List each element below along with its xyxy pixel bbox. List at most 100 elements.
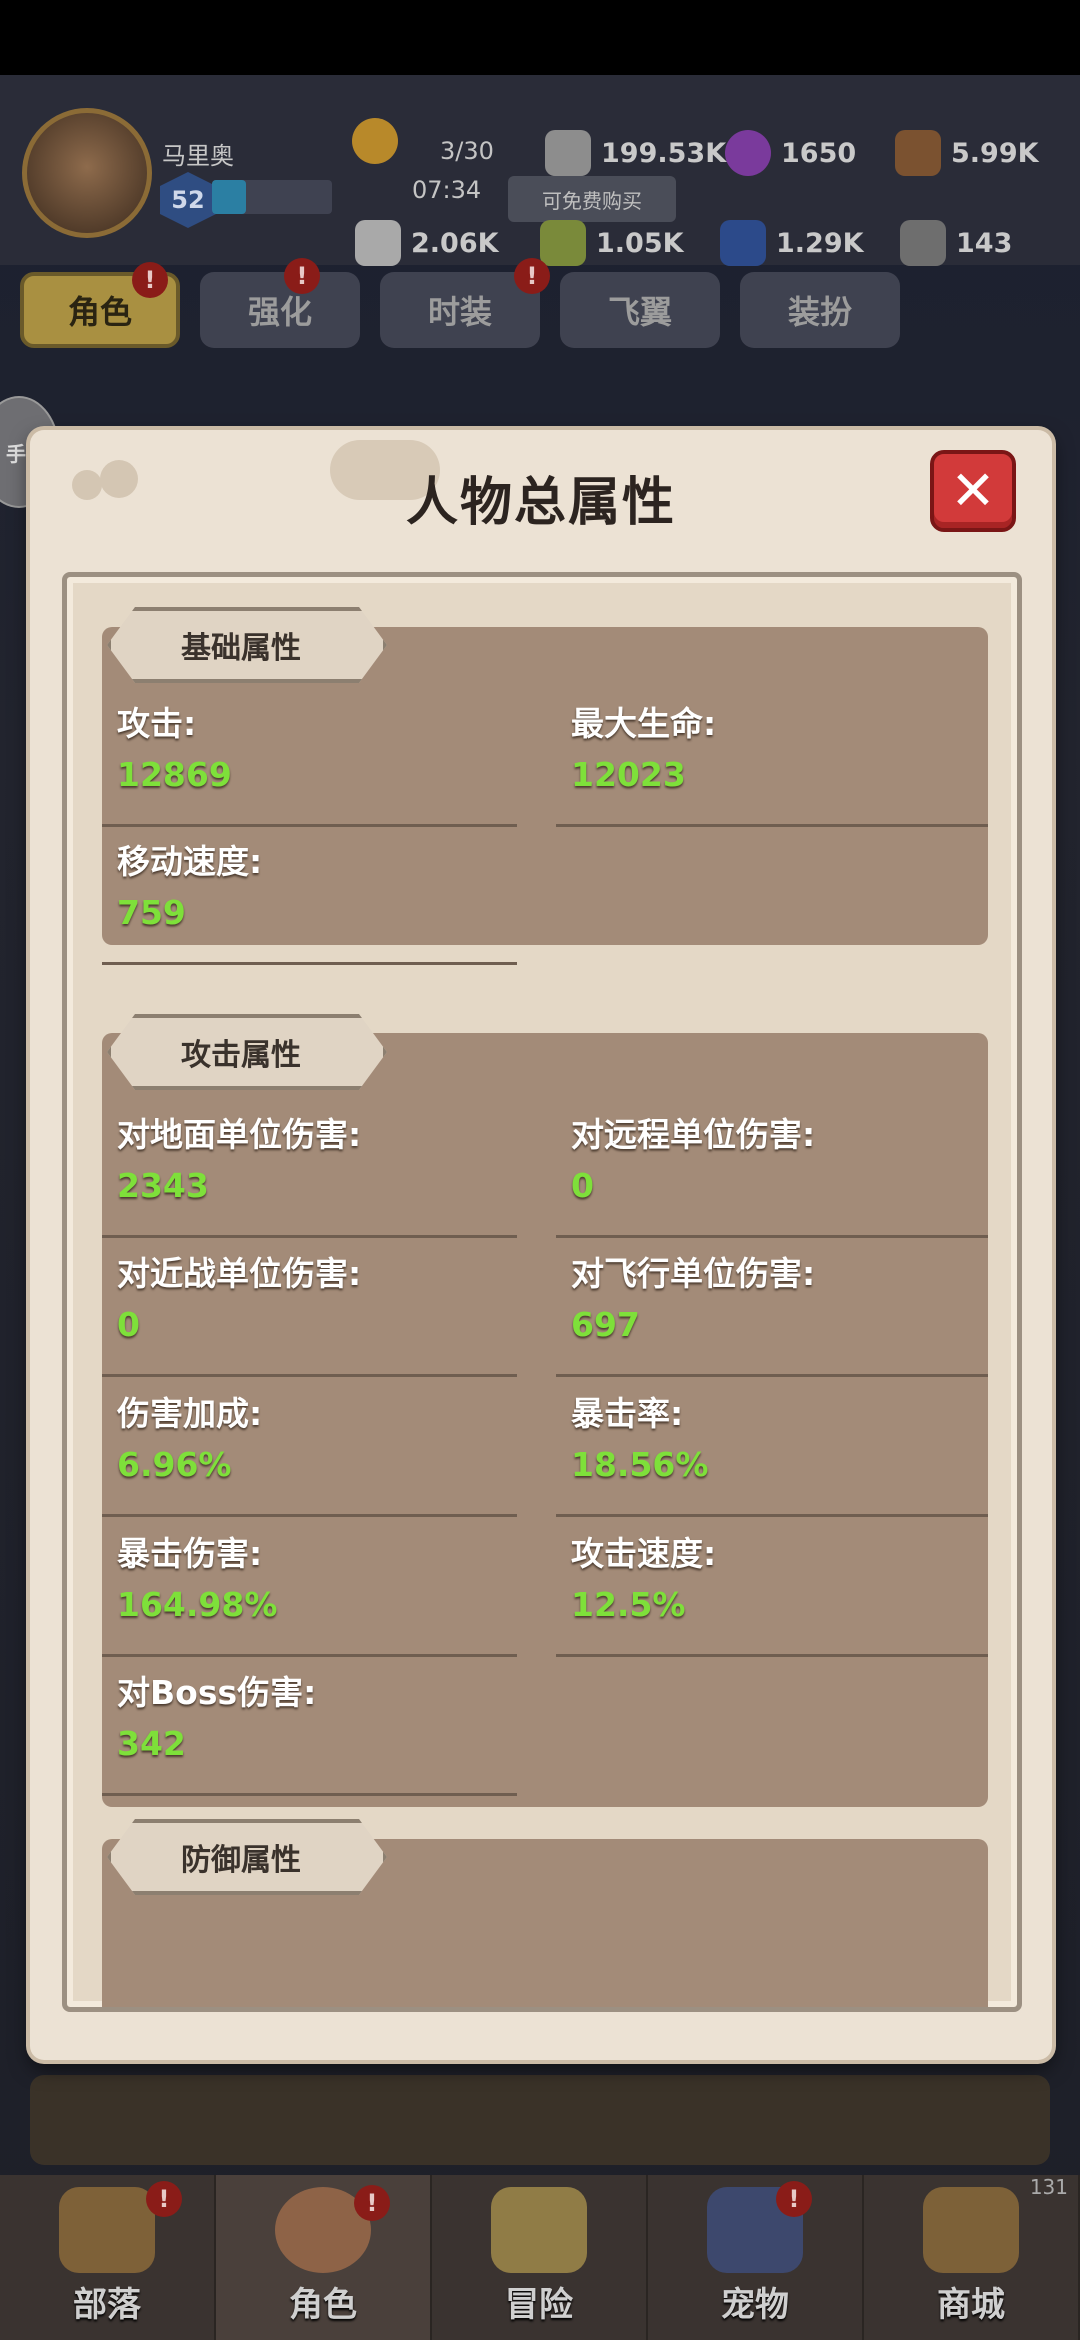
rock-icon	[900, 220, 946, 266]
stat-move-speed: 移动速度: 759	[102, 835, 517, 965]
stat-label: 攻击速度:	[571, 1534, 717, 1573]
status-bar	[0, 0, 1080, 75]
stat-value: 6.96%	[117, 1445, 232, 1484]
nav-adventure[interactable]: 冒险	[432, 2175, 648, 2340]
stat-label: 对远程单位伤害:	[571, 1115, 816, 1154]
tab-character[interactable]: 角色 !	[20, 262, 180, 348]
nav-label: 商城	[937, 2285, 1005, 2325]
stat-attack-speed: 攻击速度: 12.5%	[556, 1527, 988, 1657]
stat-value: 2343	[117, 1166, 209, 1205]
stat-crit-damage: 暴击伤害: 164.98%	[102, 1527, 517, 1657]
bottom-nav: 部落 ! 角色 ! 冒险 宠物 ! 131 商城	[0, 2175, 1080, 2340]
section-header-basic: 基础属性	[107, 607, 387, 683]
stat-max-hp: 最大生命: 12023	[556, 697, 988, 827]
stat-attack: 攻击: 12869	[102, 697, 517, 827]
purple-gem-icon	[725, 130, 771, 176]
blue-crystal-icon	[720, 220, 766, 266]
exp-bar	[212, 180, 332, 214]
stat-boss-damage: 对Boss伤害: 342	[102, 1666, 517, 1796]
stat-label: 暴击率:	[571, 1394, 684, 1433]
map-icon	[491, 2187, 587, 2273]
resource-value: 199.53K	[601, 137, 727, 169]
nav-tribe[interactable]: 部落 !	[0, 2175, 216, 2340]
energy-resource[interactable]	[352, 118, 398, 164]
resource-rock[interactable]: 143	[900, 220, 1012, 266]
nav-character[interactable]: 角色 !	[216, 2175, 432, 2340]
stat-value: 12869	[117, 755, 232, 794]
energy-timer: 07:34	[412, 176, 482, 204]
resource-value: 1.29K	[776, 227, 864, 259]
dialog-title: 人物总属性	[405, 473, 676, 533]
tab-enhance[interactable]: 强化 !	[200, 258, 360, 348]
tab-fashion[interactable]: 时装 !	[380, 258, 550, 348]
stat-label: 移动速度:	[117, 842, 263, 881]
tab-wings[interactable]: 飞翼	[560, 272, 720, 348]
tab-label: 装扮	[787, 293, 852, 331]
stat-value: 12.5%	[571, 1585, 686, 1624]
alert-badge-icon: !	[354, 2185, 390, 2221]
shop-count: 131	[1029, 2175, 1068, 2199]
energy-count: 3/30	[440, 137, 494, 165]
stat-label: 伤害加成:	[117, 1394, 263, 1433]
attack-attributes-panel: 对地面单位伤害: 2343 对远程单位伤害: 0 对近战单位伤害: 0 对飞行单…	[102, 1033, 988, 1807]
wood-log-icon	[895, 130, 941, 176]
background-button-strip	[30, 2075, 1050, 2165]
resource-value: 143	[956, 227, 1013, 259]
resource-value: 1650	[781, 137, 857, 169]
silver-ore-icon	[545, 130, 591, 176]
nav-label: 冒险	[505, 2285, 573, 2325]
stat-value: 12023	[571, 755, 686, 794]
tab-bar: 角色 ! 强化 ! 时装 ! 飞翼 装扮	[20, 258, 1060, 352]
alert-badge-icon: !	[284, 258, 320, 294]
stat-ranged-damage: 对远程单位伤害: 0	[556, 1108, 988, 1238]
stat-crit-rate: 暴击率: 18.56%	[556, 1387, 988, 1517]
alert-badge-icon: !	[514, 258, 550, 294]
stat-label: 对Boss伤害:	[117, 1673, 317, 1712]
tab-label: 飞翼	[607, 293, 672, 331]
resource-value: 1.05K	[596, 227, 684, 259]
tribe-icon	[59, 2187, 155, 2273]
resource-green-stone[interactable]: 1.05K	[540, 220, 684, 266]
nav-label: 宠物	[721, 2285, 789, 2325]
shop-icon	[923, 2187, 1019, 2273]
stat-value: 18.56%	[571, 1445, 709, 1484]
resource-value: 2.06K	[411, 227, 499, 259]
stat-value: 0	[571, 1166, 594, 1205]
stat-value: 0	[117, 1305, 140, 1344]
resource-purple-gem[interactable]: 1650	[725, 130, 856, 176]
stat-label: 对飞行单位伤害:	[571, 1254, 816, 1293]
player-avatar[interactable]	[22, 108, 152, 238]
stat-value: 697	[571, 1305, 640, 1344]
resource-bone[interactable]: 2.06K	[355, 220, 499, 266]
attributes-dialog: 人物总属性 ✕ 攻击: 12869 最大生命: 12023 移动速度: 759 …	[30, 430, 1052, 2060]
stat-label: 对近战单位伤害:	[117, 1254, 362, 1293]
nav-shop[interactable]: 131 商城	[864, 2175, 1080, 2340]
stat-value: 759	[117, 893, 186, 932]
resource-value: 5.99K	[951, 137, 1039, 169]
stat-value: 342	[117, 1724, 186, 1763]
stat-label: 最大生命:	[571, 704, 717, 743]
bone-icon	[355, 220, 401, 266]
stat-value: 164.98%	[117, 1585, 278, 1624]
player-name: 马里奥	[162, 142, 234, 170]
free-buy-tooltip[interactable]: 可免费购买	[508, 176, 676, 222]
alert-badge-icon: !	[132, 262, 168, 298]
close-icon: ✕	[950, 459, 996, 522]
tab-outfit[interactable]: 装扮	[740, 272, 900, 348]
close-button[interactable]: ✕	[930, 450, 1016, 532]
tab-label: 角色	[67, 293, 132, 331]
resource-blue-crystal[interactable]: 1.29K	[720, 220, 864, 266]
nav-label: 角色	[289, 2285, 357, 2325]
section-header-attack: 攻击属性	[107, 1014, 387, 1090]
stat-label: 暴击伤害:	[117, 1534, 263, 1573]
section-header-defense: 防御属性	[107, 1819, 387, 1895]
nav-pet[interactable]: 宠物 !	[648, 2175, 864, 2340]
stat-ground-damage: 对地面单位伤害: 2343	[102, 1108, 517, 1238]
alert-badge-icon: !	[146, 2181, 182, 2217]
resource-silver-ore[interactable]: 199.53K	[545, 130, 726, 176]
green-stone-icon	[540, 220, 586, 266]
alert-badge-icon: !	[776, 2181, 812, 2217]
resource-wood[interactable]: 5.99K	[895, 130, 1039, 176]
stat-label: 攻击:	[117, 704, 197, 743]
attributes-scroll-area[interactable]: 攻击: 12869 最大生命: 12023 移动速度: 759 基础属性 对地面…	[62, 572, 1022, 2012]
